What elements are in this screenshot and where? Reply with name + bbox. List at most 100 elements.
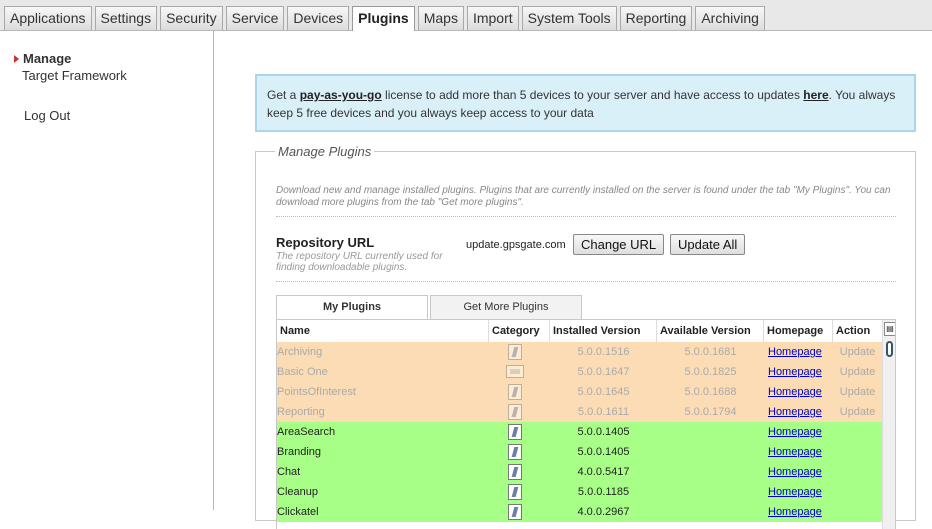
column-header-name[interactable]: Name: [277, 320, 489, 342]
table-row[interactable]: Clickatel 4.0.0.2967 Homepage: [277, 502, 882, 522]
updates-here-link[interactable]: here: [803, 88, 828, 102]
homepage-link[interactable]: Homepage: [768, 502, 822, 522]
plugin-name: Chat: [277, 466, 301, 478]
installed-version: 5.0.0.1185: [577, 486, 630, 498]
panel-description: Download new and manage installed plugin…: [276, 185, 891, 208]
divider: [276, 281, 896, 282]
info-text: license to add more than 5 devices to yo…: [381, 88, 804, 102]
sidebar-item-logout[interactable]: Log Out: [24, 108, 70, 123]
pay-as-you-go-link[interactable]: pay-as-you-go: [300, 88, 382, 102]
plugin-icon: [508, 404, 522, 420]
tab-archiving[interactable]: Archiving: [695, 6, 765, 30]
tab-reporting[interactable]: Reporting: [619, 6, 693, 30]
tab-maps[interactable]: Maps: [417, 6, 464, 30]
divider: [276, 216, 896, 217]
installed-version: 5.0.0.1405: [577, 426, 630, 438]
update-all-button[interactable]: Update All: [670, 234, 746, 255]
table-row[interactable]: Cleanup 5.0.0.1185 Homepage: [277, 482, 882, 502]
tab-system-tools[interactable]: System Tools: [521, 6, 617, 30]
homepage-link[interactable]: Homepage: [768, 362, 822, 382]
tab-plugins[interactable]: Plugins: [352, 6, 415, 31]
manage-plugins-panel: Manage Plugins Download new and manage i…: [255, 144, 916, 529]
update-action-link[interactable]: Update: [835, 382, 880, 402]
update-action-link[interactable]: [835, 422, 880, 442]
update-action-link[interactable]: [835, 482, 880, 502]
available-version: 5.0.0.1681: [684, 346, 737, 358]
plugin-icon: [508, 464, 522, 480]
installed-version: 5.0.0.1647: [577, 366, 630, 378]
update-action-link[interactable]: [835, 502, 880, 522]
sidebar-item-label: Target Framework: [22, 68, 127, 83]
homepage-link[interactable]: Homepage: [768, 482, 822, 502]
tab-service[interactable]: Service: [225, 6, 285, 30]
tab-security[interactable]: Security: [160, 6, 223, 30]
update-action-link[interactable]: [835, 442, 880, 462]
column-header-installed-version[interactable]: Installed Version: [550, 320, 657, 342]
table-row[interactable]: Basic One 5.0.0.1647 5.0.0.1825 Homepage Upd…: [277, 362, 882, 382]
available-version: 5.0.0.1794: [684, 406, 737, 418]
repository-url-value: update.gpsgate.com: [466, 239, 566, 251]
table-row[interactable]: AreaSearch 5.0.0.1405 Homepage: [277, 422, 882, 442]
info-text: Get a: [267, 88, 300, 102]
tab-applications[interactable]: Applications: [4, 6, 92, 30]
panel-legend: Manage Plugins: [275, 144, 375, 159]
table-row[interactable]: PointsOfInterest 5.0.0.1645 5.0.0.1688 Home…: [277, 382, 882, 402]
column-picker-icon[interactable]: ▤: [884, 322, 895, 336]
sidebar-item-label: Log Out: [24, 108, 71, 123]
repository-url-description: The repository URL currently used for fi…: [276, 251, 443, 273]
table-scrollbar[interactable]: ▤: [882, 320, 895, 529]
available-version: 5.0.0.1825: [684, 366, 737, 378]
homepage-link[interactable]: Homepage: [768, 462, 822, 482]
active-arrow-icon: [14, 55, 19, 63]
installed-version: 5.0.0.1611: [577, 406, 630, 418]
installed-version: 5.0.0.1405: [577, 446, 630, 458]
installed-version: 5.0.0.1516: [577, 346, 630, 358]
plugin-icon: [508, 384, 522, 400]
homepage-link[interactable]: Homepage: [768, 402, 822, 422]
homepage-link[interactable]: Homepage: [768, 422, 822, 442]
tab-devices[interactable]: Devices: [287, 6, 350, 30]
homepage-link[interactable]: Homepage: [768, 342, 822, 362]
column-header-action[interactable]: Action: [833, 320, 882, 342]
table-row[interactable]: Archiving 5.0.0.1516 5.0.0.1681 Homepage Upd…: [277, 342, 882, 362]
sidebar-item-manage[interactable]: Manage: [14, 51, 72, 66]
plugin-name: Reporting: [277, 406, 325, 418]
installed-version: 4.0.0.5417: [577, 466, 630, 478]
table-row[interactable]: Reporting 5.0.0.1611 5.0.0.1794 Homepage Upd…: [277, 402, 882, 422]
scrollbar-thumb[interactable]: [886, 341, 893, 357]
column-header-homepage[interactable]: Homepage: [764, 320, 833, 342]
available-version: 5.0.0.1688: [684, 386, 737, 398]
change-url-button[interactable]: Change URL: [573, 234, 665, 255]
column-header-category[interactable]: Category: [489, 320, 550, 342]
sidebar-item-target-framework[interactable]: Target Framework: [22, 68, 127, 83]
plugin-icon: [508, 344, 522, 360]
table-row[interactable]: Chat 4.0.0.5417 Homepage: [277, 462, 882, 482]
update-action-link[interactable]: Update: [835, 402, 880, 422]
repository-url-title: Repository URL: [276, 235, 375, 250]
tab-my-plugins[interactable]: My Plugins: [276, 295, 428, 320]
update-action-link[interactable]: Update: [835, 362, 880, 382]
update-action-link[interactable]: Update: [835, 342, 880, 362]
tab-get-more-plugins[interactable]: Get More Plugins: [430, 295, 582, 319]
plugin-name: PointsOfInterest: [277, 386, 356, 398]
installed-version: 5.0.0.1645: [577, 386, 630, 398]
update-action-link[interactable]: [835, 462, 880, 482]
tab-settings[interactable]: Settings: [94, 6, 158, 30]
main-nav-bar: Applications Settings Security Service Devic…: [0, 0, 932, 31]
plugin-name: Clickatel: [277, 506, 319, 518]
homepage-link[interactable]: Homepage: [768, 382, 822, 402]
plugin-icon: [508, 424, 522, 440]
plugin-name: Cleanup: [277, 486, 318, 498]
homepage-link[interactable]: Homepage: [768, 442, 822, 462]
table-row[interactable]: Branding 5.0.0.1405 Homepage: [277, 442, 882, 462]
license-info-box: Get a pay-as-you-go license to add more …: [255, 74, 916, 132]
available-version: [657, 482, 764, 502]
main-tabs: Applications Settings Security Service Devic…: [4, 6, 768, 31]
sidebar-item-label: Manage: [23, 51, 72, 66]
plugins-table: Name Category Installed Version Availabl…: [276, 319, 896, 529]
table-header: Name Category Installed Version Availabl…: [277, 320, 882, 343]
column-header-available-version[interactable]: Available Version: [657, 320, 764, 342]
plugin-icon: [508, 444, 522, 460]
plugin-icon: [508, 484, 522, 500]
tab-import[interactable]: Import: [466, 6, 519, 30]
